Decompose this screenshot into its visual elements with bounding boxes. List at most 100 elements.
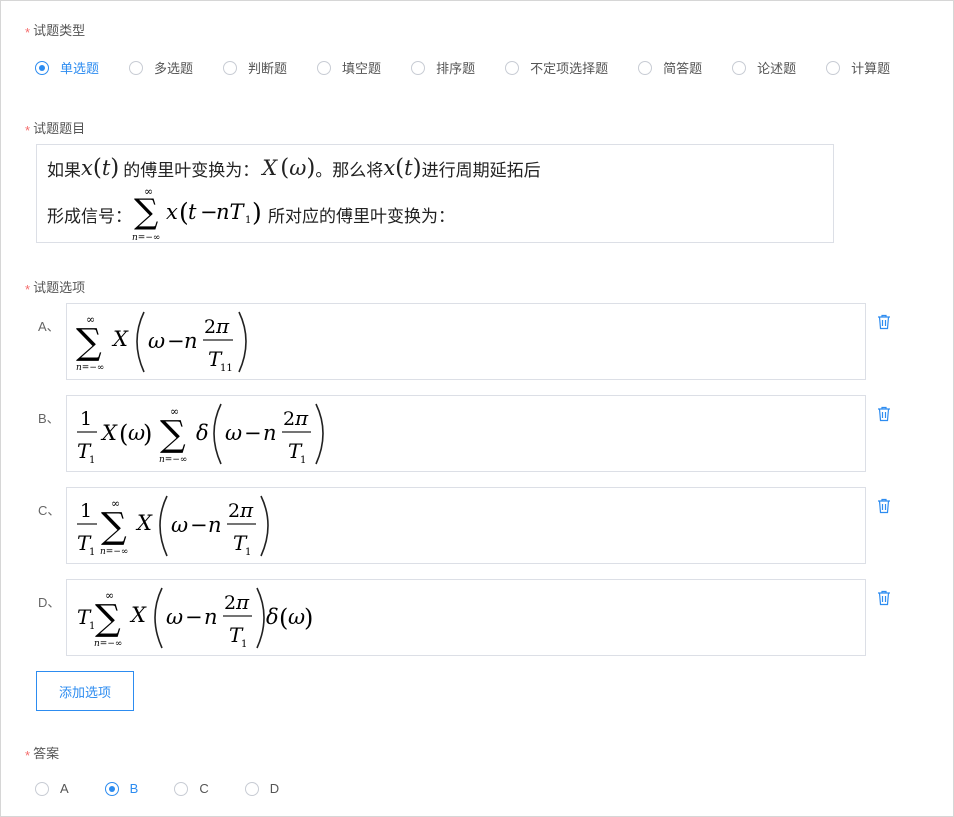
option-c-formula: 1 T 1 ∞ ∑ n=−∞ X ω − n 2 π T 1	[77, 495, 269, 558]
svg-text:ω: ω	[225, 421, 242, 445]
radio-dot	[411, 60, 426, 75]
add-option-button[interactable]: 添加选项	[36, 671, 134, 711]
svg-text:1: 1	[80, 408, 92, 430]
svg-text:−: −	[167, 329, 185, 353]
answer-radio-c[interactable]: C	[174, 781, 209, 796]
radio-dot	[732, 60, 747, 75]
svg-text:n: n	[204, 605, 218, 629]
option-c-letter: C、	[38, 503, 61, 518]
radio-calculation[interactable]: 计算题	[826, 58, 890, 77]
svg-text:x: x	[166, 200, 178, 224]
answer-radio-a[interactable]: A	[35, 781, 69, 796]
required-mark: *	[25, 748, 31, 763]
svg-text:2: 2	[283, 408, 295, 430]
svg-text:1: 1	[89, 547, 95, 558]
svg-text:11: 11	[220, 363, 233, 374]
svg-text:1: 1	[80, 500, 92, 522]
radio-indefinite-choice[interactable]: 不定项选择题	[505, 58, 608, 77]
option-c-trash-icon[interactable]	[877, 498, 891, 514]
option-d-formula: T 1 ∞ ∑ n=−∞ X ω − n 2 π T 1 δ ( ω )	[77, 587, 313, 650]
radio-dot	[35, 60, 49, 75]
option-a-trash-icon[interactable]	[877, 314, 891, 330]
svg-text:∑: ∑	[134, 192, 158, 232]
svg-text:ω: ω	[166, 605, 183, 629]
formula-x-t-2: x	[383, 156, 396, 180]
radio-dot	[174, 781, 189, 796]
radio-dot	[129, 60, 144, 75]
radio-essay[interactable]: 论述题	[732, 58, 796, 77]
svg-text:δ: δ	[266, 605, 279, 629]
radio-dot	[223, 60, 238, 75]
svg-text:n=−∞: n=−∞	[76, 363, 104, 373]
question-stem-editor[interactable]: 如果 x(t) 的傅里叶变换为： X(ω) 。那么将 x(t) 进行周期延拓后 …	[36, 144, 834, 243]
formula-x-t: x	[81, 156, 93, 180]
option-b-formula: 1 T 1 X ( ω ) ∞ ∑ n=−∞ δ ω − n 2 π T 1	[77, 403, 324, 466]
svg-text:): )	[252, 198, 262, 227]
question-type-group: 单选题 多选题 判断题 填空题 排序题 不定项选择题 简答题 论述题 计算题	[35, 58, 890, 77]
radio-short-answer[interactable]: 简答题	[638, 58, 702, 77]
option-a-editor[interactable]: ∞ ∑ n=−∞ X ω − n 2 π T 11	[66, 303, 866, 380]
radio-dot	[35, 781, 49, 796]
svg-text:∑: ∑	[160, 414, 186, 455]
svg-text:n=−∞: n=−∞	[94, 639, 122, 649]
svg-text:n=−∞: n=−∞	[132, 233, 160, 243]
required-mark: *	[25, 282, 31, 297]
svg-text:1: 1	[245, 215, 251, 226]
formula-X-omega: X	[262, 156, 278, 180]
svg-text:n=−∞: n=−∞	[159, 455, 187, 465]
svg-text:1: 1	[300, 455, 306, 466]
svg-text:): )	[304, 604, 313, 632]
svg-text:1: 1	[245, 547, 251, 558]
svg-text:X: X	[135, 511, 153, 535]
formula-periodic-signal: ∞ ∑ n=−∞ x ( t − nT 1 )	[132, 185, 262, 243]
svg-text:X: X	[100, 421, 118, 445]
option-c-editor[interactable]: 1 T 1 ∞ ∑ n=−∞ X ω − n 2 π T 1	[66, 487, 866, 564]
radio-dot	[104, 781, 119, 796]
radio-dot	[244, 781, 259, 796]
svg-text:∑: ∑	[101, 506, 127, 547]
svg-text:π: π	[215, 314, 230, 338]
svg-text:δ: δ	[196, 421, 209, 445]
svg-text:−: −	[190, 513, 208, 537]
radio-true-false[interactable]: 判断题	[223, 58, 287, 77]
stem-line-2: 形成信号： ∞ ∑ n=−∞ x ( t − nT 1 ) 所对应的傅里叶变换为…	[47, 185, 455, 243]
answer-label: * 答案	[25, 746, 60, 763]
option-b-trash-icon[interactable]	[877, 406, 891, 422]
svg-text:−: −	[244, 421, 262, 445]
radio-dot	[638, 60, 653, 75]
radio-single-choice[interactable]: 单选题	[35, 58, 99, 77]
option-b-letter: B、	[38, 411, 60, 426]
svg-text:n=−∞: n=−∞	[100, 547, 128, 557]
answer-radio-d[interactable]: D	[244, 781, 279, 796]
question-type-label: * 试题类型	[25, 23, 86, 40]
answer-radio-b[interactable]: B	[104, 781, 138, 796]
stem-line-1: 如果 x(t) 的傅里叶变换为： X(ω) 。那么将 x(t) 进行周期延拓后	[47, 155, 541, 181]
option-d-trash-icon[interactable]	[877, 590, 891, 606]
option-b-editor[interactable]: 1 T 1 X ( ω ) ∞ ∑ n=−∞ δ ω − n 2 π T 1	[66, 395, 866, 472]
radio-dot	[505, 60, 520, 75]
radio-dot	[826, 60, 841, 75]
svg-text:n: n	[263, 421, 277, 445]
required-mark: *	[25, 25, 31, 40]
option-a-letter: A、	[38, 319, 60, 334]
svg-text:π: π	[239, 498, 254, 522]
svg-text:ω: ω	[288, 605, 305, 629]
option-d-editor[interactable]: T 1 ∞ ∑ n=−∞ X ω − n 2 π T 1 δ ( ω )	[66, 579, 866, 656]
svg-text:): )	[143, 420, 152, 448]
question-options-label: * 试题选项	[25, 280, 86, 297]
radio-multiple-choice[interactable]: 多选题	[129, 58, 193, 77]
radio-dot	[317, 60, 332, 75]
radio-ordering[interactable]: 排序题	[411, 58, 475, 77]
svg-text:n: n	[208, 513, 222, 537]
svg-text:(: (	[279, 604, 288, 632]
required-mark: *	[25, 123, 31, 138]
svg-text:−: −	[185, 605, 203, 629]
option-a-formula: ∞ ∑ n=−∞ X ω − n 2 π T 11	[76, 311, 247, 374]
svg-text:n: n	[184, 329, 198, 353]
svg-text:ω: ω	[171, 513, 188, 537]
svg-text:∑: ∑	[95, 598, 121, 639]
svg-text:nT: nT	[216, 200, 246, 224]
svg-text:X: X	[129, 603, 147, 627]
radio-fill-blank[interactable]: 填空题	[317, 58, 381, 77]
question-stem-label: * 试题题目	[25, 121, 86, 138]
